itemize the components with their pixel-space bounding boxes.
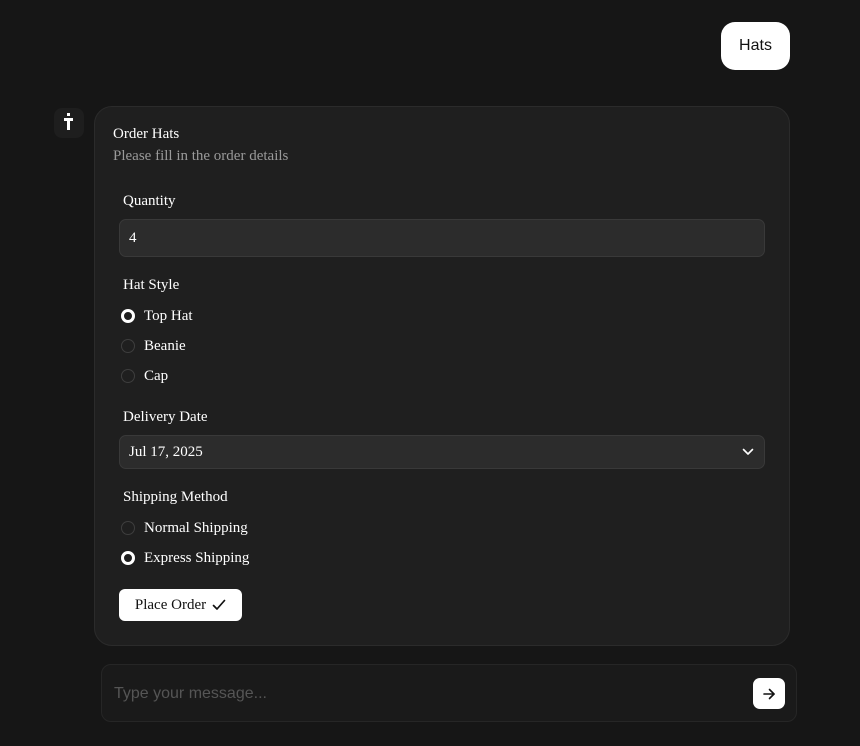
message-input[interactable] (114, 679, 734, 709)
hat-style-option-label: Cap (144, 367, 169, 384)
place-order-button[interactable]: Place Order (119, 589, 242, 621)
quantity-input[interactable] (119, 219, 765, 257)
shipping-method-label: Shipping Method (123, 489, 228, 505)
user-message-text: Hats (739, 37, 772, 54)
chevron-down-icon[interactable] (742, 448, 754, 456)
radio-button-checked[interactable] (121, 551, 135, 565)
shipping-option-label: Normal Shipping (144, 519, 248, 536)
hat-style-label: Hat Style (123, 277, 180, 293)
hat-style-option-label: Top Hat (144, 307, 193, 324)
delivery-date-value: Jul 17, 2025 (129, 443, 203, 460)
radio-button[interactable] (121, 339, 135, 353)
hat-style-option-cap[interactable]: Cap (121, 366, 168, 386)
chat-page: Hats Order Hats Please fill in the order… (0, 0, 860, 746)
radio-button-checked[interactable] (121, 309, 135, 323)
arrow-right-icon (763, 688, 775, 699)
shipping-option-label: Express Shipping (144, 549, 250, 566)
shipping-option-normal[interactable]: Normal Shipping (121, 518, 248, 538)
form-subtitle: Please fill in the order details (113, 148, 289, 164)
quantity-label: Quantity (123, 193, 176, 209)
radio-button[interactable] (121, 521, 135, 535)
assistant-logo-icon (54, 108, 84, 138)
hat-style-option-label: Beanie (144, 337, 186, 354)
delivery-date-label: Delivery Date (123, 409, 208, 425)
user-message-bubble: Hats (721, 22, 790, 70)
place-order-label: Place Order (134, 596, 207, 613)
check-icon (212, 599, 226, 610)
shipping-option-express[interactable]: Express Shipping (121, 548, 249, 568)
send-button[interactable] (753, 678, 785, 709)
delivery-date-select[interactable]: Jul 17, 2025 (119, 435, 765, 469)
order-form-card: Order Hats Please fill in the order deta… (94, 106, 790, 646)
hat-style-option-beanie[interactable]: Beanie (121, 336, 186, 356)
hat-style-option-top-hat[interactable]: Top Hat (121, 306, 193, 326)
radio-button[interactable] (121, 369, 135, 383)
chat-composer (101, 664, 797, 722)
form-title: Order Hats (113, 126, 180, 142)
